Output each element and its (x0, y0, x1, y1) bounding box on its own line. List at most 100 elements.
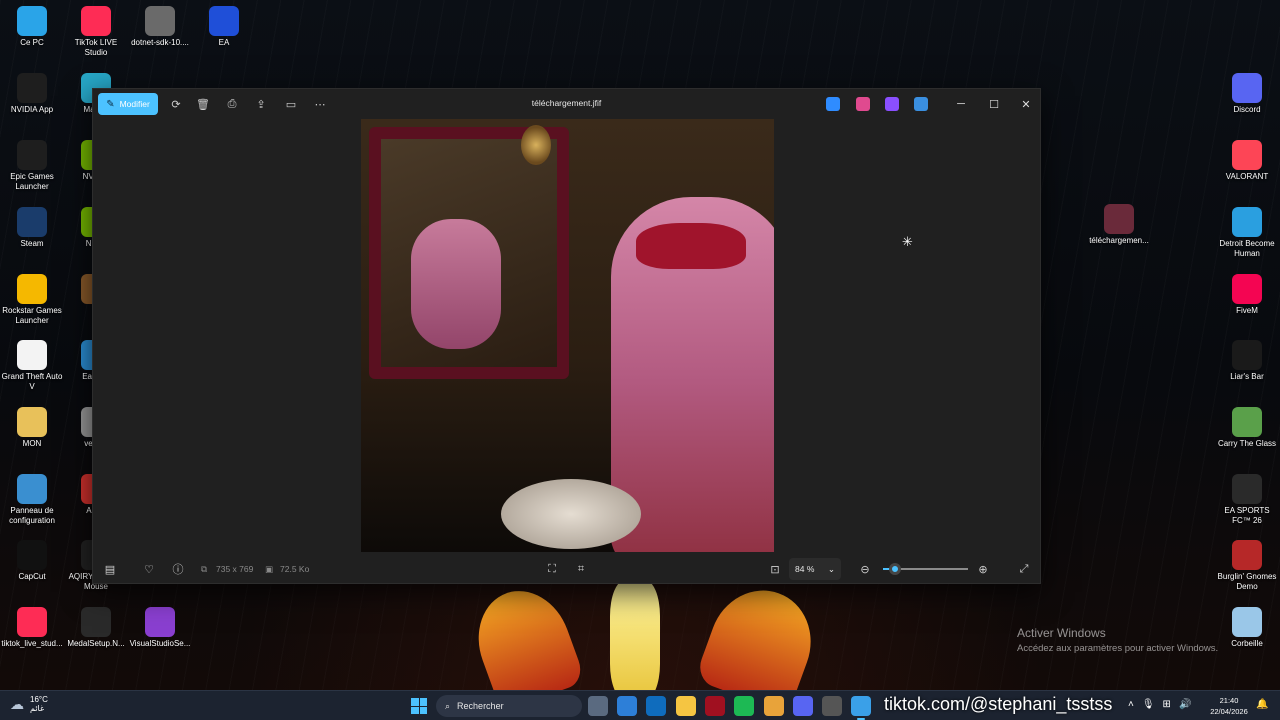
image-canvas[interactable] (93, 119, 1040, 552)
desktop-icon[interactable]: Carry The Glass (1214, 407, 1280, 449)
wallpaper-artwork (420, 584, 860, 690)
desktop-icon[interactable]: Rockstar Games Launcher (0, 274, 65, 326)
clipchamp-icon[interactable] (856, 97, 870, 111)
desktop-icon[interactable]: Ce PC (0, 6, 65, 48)
info-icon[interactable]: ⓘ (169, 560, 187, 578)
detroit-icon (1232, 207, 1262, 237)
app-icon[interactable] (822, 696, 842, 716)
maximize-button[interactable]: ☐ (983, 94, 1005, 114)
desktop-icon[interactable]: téléchargemen... (1086, 204, 1152, 246)
ai-icon[interactable] (885, 97, 899, 111)
minimize-button[interactable]: ─ (950, 94, 972, 114)
notification-icon[interactable]: 🔔 (1256, 699, 1268, 710)
clock[interactable]: 21:40 22/04/2026 (1206, 695, 1252, 717)
desktop-icon-label: Ce PC (20, 38, 44, 47)
actual-size-icon[interactable]: ⊡ (766, 560, 784, 578)
desktop-icon[interactable]: Epic Games Launcher (0, 140, 65, 192)
desktop-icon[interactable]: Grand Theft Auto V (0, 340, 65, 392)
store-icon[interactable] (617, 696, 637, 716)
system-tray[interactable]: ˄ 🎙 ⊞ 🔊 (1128, 699, 1191, 710)
fullscreen-icon[interactable]: ⤢ (1015, 560, 1033, 578)
capcut-icon (17, 540, 47, 570)
zoom-in-icon[interactable]: ⊕ (974, 560, 992, 578)
desktop-icon[interactable]: Corbeille (1214, 607, 1280, 649)
desktop-icon[interactable]: Panneau de configuration (0, 474, 65, 526)
zoom-slider[interactable] (883, 563, 968, 575)
desktop-icon-label: MedalSetup.N... (67, 639, 125, 648)
activation-subtitle: Accédez aux paramètres pour activer Wind… (1017, 643, 1219, 654)
start-button[interactable] (411, 698, 427, 714)
windows-activation-notice: Activer Windows Accédez aux paramètres p… (1017, 626, 1218, 654)
desktop-icon[interactable]: CapCut (0, 540, 65, 582)
desktop-icon-label: Panneau de configuration (9, 506, 55, 525)
viewer-titlebar[interactable]: ✎ Modifier ⟳ 🗑 ⎙ ⇪ ▭ ⋯ téléchargement.jf… (93, 89, 1040, 119)
desktop-icon-label: dotnet-sdk-10.... (131, 38, 189, 47)
zoom-dropdown[interactable]: 84 % ⌄ (789, 558, 841, 580)
desktop-icon[interactable]: dotnet-sdk-10.... (127, 6, 193, 48)
folder-icon (17, 407, 47, 437)
desktop-icon[interactable]: TikTok LIVE Studio (63, 6, 129, 58)
desktop-icon[interactable]: VisualStudioSe... (127, 607, 193, 649)
desktop-icon[interactable]: Burglin' Gnomes Demo (1214, 540, 1280, 592)
desktop-icon[interactable]: Steam (0, 207, 65, 249)
fit-icon[interactable]: ⛶ (543, 560, 561, 578)
chrome-icon[interactable] (764, 696, 784, 716)
designer-icon[interactable] (826, 97, 840, 111)
photos-icon[interactable] (851, 696, 871, 720)
tiktok-watermark: tiktok.com/@stephani_tsstss (884, 694, 1113, 714)
desktop-icon-label: Liar's Bar (1230, 372, 1264, 381)
spotify-icon[interactable] (734, 696, 754, 716)
explorer-icon[interactable] (676, 696, 696, 716)
file-size: 72.5 Ko (280, 564, 310, 574)
close-button[interactable]: ✕ (1015, 94, 1037, 114)
desktop-icon[interactable]: FiveM (1214, 274, 1280, 316)
discord-icon[interactable] (793, 696, 813, 716)
desktop-icon[interactable]: Discord (1214, 73, 1280, 115)
desktop-icon[interactable]: tiktok_live_stud... (0, 607, 65, 649)
network-icon[interactable]: ⊞ (1163, 699, 1171, 710)
microphone-icon[interactable]: 🎙 (1142, 699, 1155, 710)
search-box[interactable]: ⌕ Rechercher (436, 695, 582, 717)
outlook-icon[interactable] (646, 696, 666, 716)
crop-icon[interactable]: ⌗ (572, 560, 590, 578)
desktop-icon[interactable]: Detroit Become Human (1214, 207, 1280, 259)
desktop-icon[interactable]: MedalSetup.N... (63, 607, 129, 649)
desktop-icon[interactable]: MON (0, 407, 65, 449)
valorant-icon[interactable] (705, 696, 725, 716)
rockstar-icon (17, 274, 47, 304)
document-icon (17, 340, 47, 370)
weather-widget[interactable]: ☁ 16°C غائم (10, 695, 48, 713)
volume-icon[interactable]: 🔊 (1179, 699, 1191, 710)
desktop-icon-label: Discord (1233, 105, 1261, 114)
installer-icon (145, 6, 175, 36)
onedrive-icon[interactable] (914, 97, 928, 111)
filmstrip-icon[interactable]: ▤ (101, 560, 119, 578)
desktop-icon-label: Burglin' Gnomes Demo (1217, 572, 1277, 591)
desktop-icon[interactable]: VALORANT (1214, 140, 1280, 182)
desktop-icon[interactable]: EA (191, 6, 257, 48)
desktop-icon-label: CapCut (18, 572, 46, 581)
image-file-icon (1104, 204, 1134, 234)
desktop-icon-label: Grand Theft Auto V (1, 372, 63, 391)
desktop-icon[interactable]: Liar's Bar (1214, 340, 1280, 382)
desktop-icon-label: EA SPORTS FC™ 26 (1224, 506, 1270, 525)
search-icon: ⌕ (445, 700, 451, 711)
chevron-down-icon: ⌄ (827, 563, 835, 574)
file-size-icon: ▣ (265, 564, 274, 574)
displayed-photo[interactable] (361, 119, 774, 552)
valorant-icon (1232, 140, 1262, 170)
desktop-icon[interactable]: NVIDIA App (0, 73, 65, 115)
desktop-icon-label: MON (22, 439, 42, 448)
medal-icon (81, 607, 111, 637)
chevron-up-icon[interactable]: ˄ (1128, 699, 1134, 710)
liars-bar-icon (1232, 340, 1262, 370)
favorite-icon[interactable]: ♡ (140, 560, 158, 578)
desktop-icon[interactable]: EA SPORTS FC™ 26 (1214, 474, 1280, 526)
zoom-slider-thumb[interactable] (888, 563, 901, 575)
zoom-out-icon[interactable]: ⊖ (856, 560, 874, 578)
photo-viewer-window[interactable]: ✎ Modifier ⟳ 🗑 ⎙ ⇪ ▭ ⋯ téléchargement.jf… (92, 88, 1041, 584)
weather-desc: غائم (30, 704, 45, 713)
task-view-icon[interactable] (588, 696, 608, 716)
carry-glass-icon (1232, 407, 1262, 437)
desktop-icon-label: Steam (20, 239, 44, 248)
